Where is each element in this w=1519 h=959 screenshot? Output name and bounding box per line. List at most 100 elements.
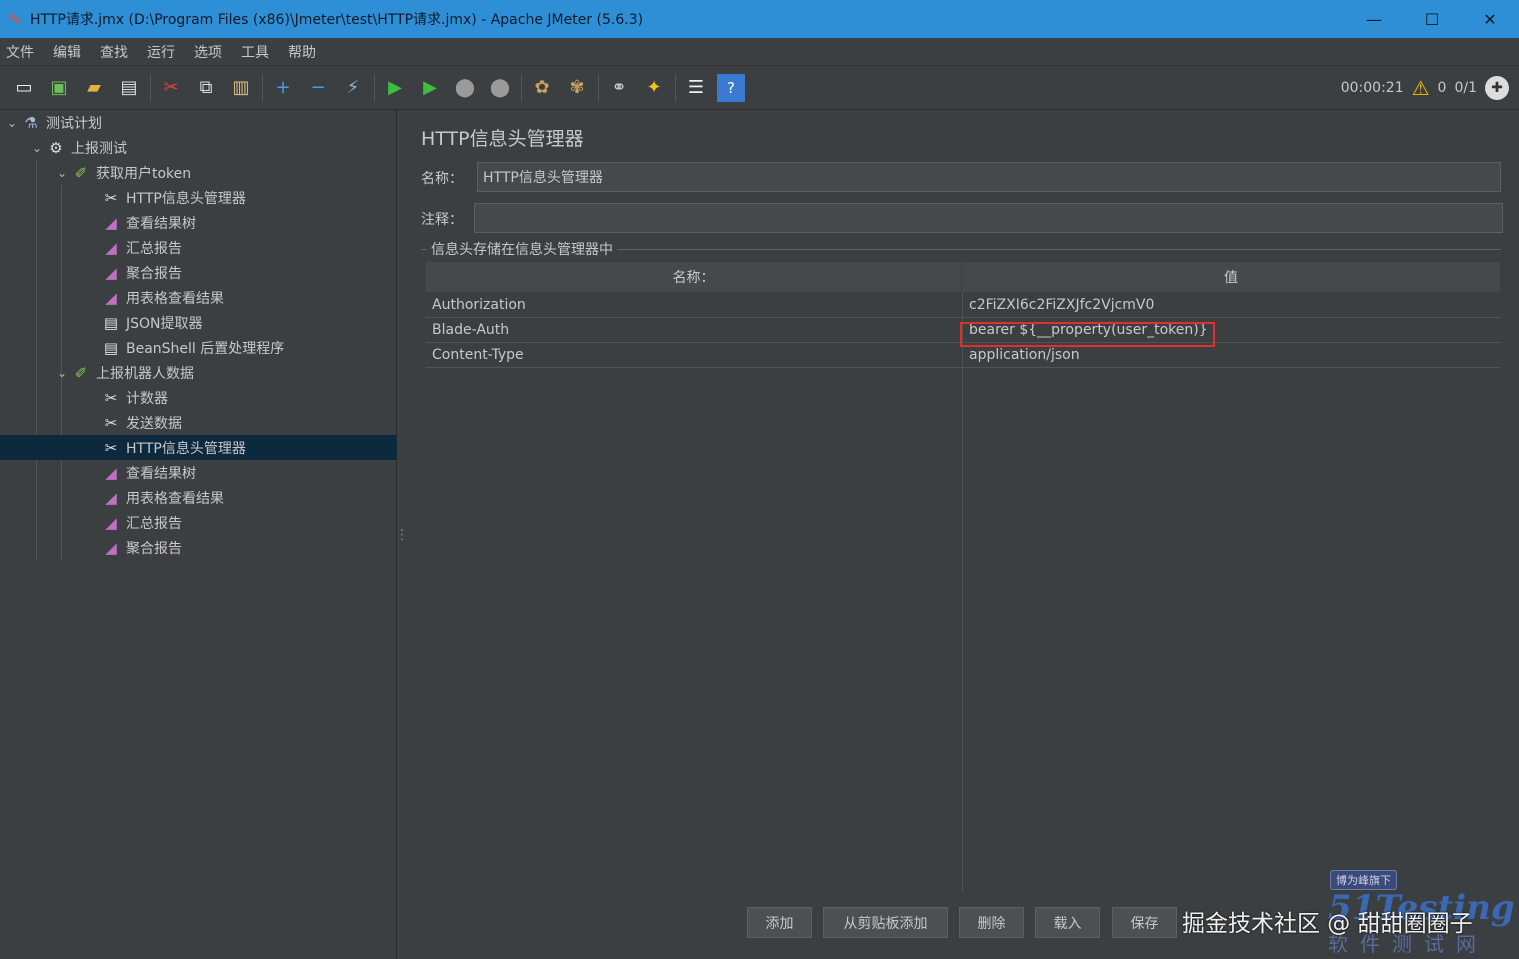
- tree-node-label: 获取用户token: [96, 165, 192, 182]
- collapse-icon[interactable]: −: [304, 74, 332, 102]
- load-button[interactable]: 载入: [1035, 907, 1100, 938]
- save-icon[interactable]: ▤: [115, 74, 143, 102]
- tree-node-config-selected[interactable]: ✂ HTTP信息头管理器: [0, 435, 397, 460]
- templates-icon[interactable]: ▣: [45, 74, 73, 102]
- watermark-text: 掘金技术社区 @ 甜甜圈圈子: [1182, 911, 1473, 937]
- column-divider: [962, 292, 963, 892]
- column-header-value[interactable]: 值: [962, 262, 1501, 292]
- tree-node-listener[interactable]: ◢ 聚合报告: [0, 260, 397, 285]
- tree-node-config[interactable]: ✂ 发送数据: [0, 410, 397, 435]
- search-binoculars-icon[interactable]: ⚭: [605, 74, 633, 102]
- start-icon[interactable]: ▶: [381, 74, 409, 102]
- menu-tools[interactable]: 工具: [241, 42, 269, 62]
- tree-node-label: JSON提取器: [126, 315, 203, 332]
- tree-node-label: 上报测试: [71, 140, 127, 157]
- table-cell-name[interactable]: Authorization: [426, 293, 962, 318]
- chevron-down-icon[interactable]: ⌄: [54, 166, 70, 180]
- sampler-icon: ✐: [74, 163, 88, 182]
- add-button[interactable]: 添加: [747, 907, 812, 938]
- tree-node-listener[interactable]: ◢ 查看结果树: [0, 210, 397, 235]
- menu-options[interactable]: 选项: [194, 42, 222, 62]
- tree-node-label: 查看结果树: [126, 215, 196, 232]
- tree-node-sampler[interactable]: ⌄ ✐ 获取用户token: [0, 160, 397, 185]
- tree-node-config[interactable]: ✂ 计数器: [0, 385, 397, 410]
- new-icon[interactable]: ▭: [10, 74, 38, 102]
- clear-all-icon[interactable]: ✾: [563, 74, 591, 102]
- open-icon[interactable]: ▰: [80, 74, 108, 102]
- menu-edit[interactable]: 编辑: [53, 42, 81, 62]
- help-icon[interactable]: ?: [717, 73, 745, 102]
- name-label: 名称：: [421, 171, 463, 187]
- tree-node-label: HTTP信息头管理器: [126, 190, 246, 207]
- tree-node-listener[interactable]: ◢ 聚合报告: [0, 535, 397, 560]
- document-icon: ▤: [103, 338, 119, 357]
- delete-button[interactable]: 删除: [959, 907, 1024, 938]
- menu-search[interactable]: 查找: [100, 42, 128, 62]
- toolbar-separator: [262, 73, 263, 102]
- elapsed-time: 00:00:21: [1340, 80, 1404, 96]
- clear-icon[interactable]: ✿: [528, 74, 556, 102]
- gear-icon: ⚙: [49, 138, 63, 157]
- close-button[interactable]: ✕: [1461, 0, 1519, 38]
- menu-run[interactable]: 运行: [147, 42, 175, 62]
- tree-node-listener[interactable]: ◢ 查看结果树: [0, 460, 397, 485]
- warning-count: 0: [1437, 80, 1447, 96]
- reset-search-icon[interactable]: ✦: [640, 74, 668, 102]
- tree-node-label: 汇总报告: [126, 515, 182, 532]
- cut-icon[interactable]: ✂: [157, 74, 185, 102]
- minimize-button[interactable]: —: [1345, 0, 1403, 38]
- toolbar-separator: [521, 73, 522, 102]
- config-icon: ✂: [104, 438, 118, 457]
- panel-splitter[interactable]: ⋮: [395, 110, 409, 959]
- toolbar: ▭ ▣ ▰ ▤ ✂ ⧉ ▥ + − ⚡ ▶ ▶ ⬤ ⬤ ✿ ✾ ⚭ ✦ ☰ ? …: [0, 66, 1519, 110]
- tree-node-thread-group[interactable]: ⌄ ⚙ 上报测试: [0, 135, 397, 160]
- report-icon: ◢: [105, 238, 117, 257]
- tree-node-listener[interactable]: ◢ 用表格查看结果: [0, 285, 397, 310]
- config-icon: ✂: [104, 188, 118, 207]
- tree-node-listener[interactable]: ◢ 汇总报告: [0, 510, 397, 535]
- table-cell-value[interactable]: c2FiZXI6c2FiZXJfc2VjcmV0: [963, 293, 1501, 318]
- report-icon: ◢: [105, 513, 117, 532]
- table-cell-name[interactable]: Content-Type: [426, 343, 962, 368]
- toolbar-separator: [675, 73, 676, 102]
- toolbar-separator: [598, 73, 599, 102]
- report-icon: ◢: [105, 538, 117, 557]
- column-header-name[interactable]: 名称：: [426, 262, 962, 292]
- menu-help[interactable]: 帮助: [288, 42, 316, 62]
- window-title: HTTP请求.jmx (D:\Program Files (x86)\Jmete…: [30, 12, 644, 28]
- start-no-pause-icon[interactable]: ▶: [416, 74, 444, 102]
- report-icon: ◢: [105, 263, 117, 282]
- warning-icon[interactable]: ⚠: [1412, 76, 1430, 100]
- config-icon: ✂: [104, 413, 118, 432]
- tree-node-extractor[interactable]: ▤ JSON提取器: [0, 310, 397, 335]
- tree-node-postprocessor[interactable]: ▤ BeanShell 后置处理程序: [0, 335, 397, 360]
- function-helper-icon[interactable]: ☰: [682, 74, 710, 102]
- tree-node-listener[interactable]: ◢ 用表格查看结果: [0, 485, 397, 510]
- maximize-button[interactable]: ☐: [1403, 0, 1461, 38]
- stop-icon[interactable]: ⬤: [451, 74, 479, 102]
- menu-file[interactable]: 文件: [6, 42, 34, 62]
- toolbar-separator: [374, 73, 375, 102]
- chevron-down-icon[interactable]: ⌄: [4, 116, 20, 130]
- toggle-icon[interactable]: ⚡: [339, 74, 367, 102]
- tree-node-sampler[interactable]: ⌄ ✐ 上报机器人数据: [0, 360, 397, 385]
- table-cell-name[interactable]: Blade-Auth: [426, 318, 962, 343]
- paste-icon[interactable]: ▥: [227, 74, 255, 102]
- comment-field[interactable]: [474, 203, 1503, 233]
- expand-icon[interactable]: +: [269, 74, 297, 102]
- tree-node-label: 聚合报告: [126, 540, 182, 557]
- name-field[interactable]: HTTP信息头管理器: [477, 162, 1501, 192]
- tree-node-listener[interactable]: ◢ 汇总报告: [0, 235, 397, 260]
- chevron-down-icon[interactable]: ⌄: [29, 141, 45, 155]
- copy-icon[interactable]: ⧉: [192, 74, 220, 102]
- save-button[interactable]: 保存: [1112, 907, 1177, 938]
- chevron-down-icon[interactable]: ⌄: [54, 366, 70, 380]
- tree-node-test-plan[interactable]: ⌄ ⚗ 测试计划: [0, 110, 397, 135]
- shutdown-icon[interactable]: ⬤: [486, 74, 514, 102]
- remote-status-icon: ✚: [1485, 76, 1509, 100]
- tree-node-config[interactable]: ✂ HTTP信息头管理器: [0, 185, 397, 210]
- sampler-icon: ✐: [74, 363, 88, 382]
- document-icon: ▤: [103, 313, 119, 332]
- add-from-clipboard-button[interactable]: 从剪贴板添加: [823, 907, 948, 938]
- tree-node-label: 聚合报告: [126, 265, 182, 282]
